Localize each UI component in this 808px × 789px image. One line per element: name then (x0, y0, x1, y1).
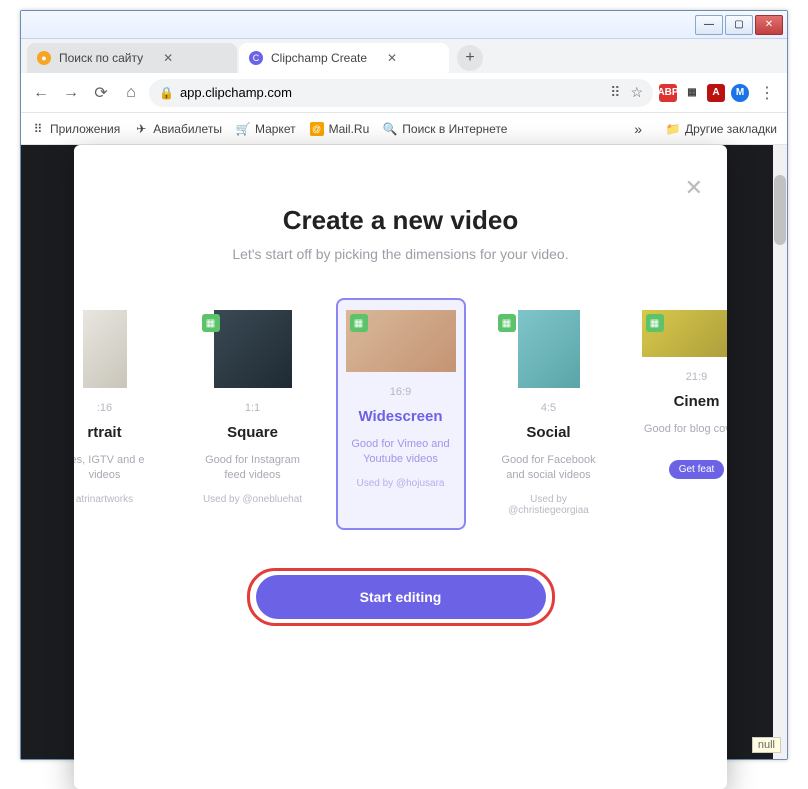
aspect-ratio: 4:5 (492, 402, 606, 414)
adblock-icon[interactable]: ABP (659, 84, 677, 102)
tab-label: Clipchamp Create (271, 51, 367, 65)
thumbnail (518, 310, 580, 388)
search-bookmark[interactable]: 🔍 Поиск в Интернете (383, 122, 507, 136)
option-description: Good for blog cover v (640, 422, 728, 452)
at-icon: @ (310, 122, 324, 136)
aspect-ratio: 1:1 (196, 402, 310, 414)
avia-bookmark[interactable]: ✈ Авиабилеты (134, 122, 222, 136)
option-square[interactable]: ▦ 1:1 Square Good for Instagram feed vid… (188, 298, 318, 530)
start-editing-wrap: Start editing (74, 568, 727, 626)
extension-icon[interactable]: ▦ (683, 84, 701, 102)
option-description: Good for Vimeo and Youtube videos (344, 437, 458, 468)
template-badge-icon: ▦ (646, 314, 664, 332)
bookmark-label: Авиабилеты (153, 122, 222, 136)
aspect-ratio: 16:9 (344, 386, 458, 398)
bookmark-label: Mail.Ru (329, 122, 370, 136)
nav-toolbar: ← → ⟳ ⌂ 🔒 app.clipchamp.com ⠿ ☆ ABP ▦ A … (21, 73, 787, 113)
menu-button[interactable]: ⋮ (755, 81, 779, 105)
lock-icon: 🔒 (159, 86, 174, 100)
folder-icon: 📁 (666, 122, 680, 136)
bookmark-label: Другие закладки (685, 122, 777, 136)
other-bookmarks[interactable]: 📁 Другие закладки (666, 122, 777, 136)
back-button[interactable]: ← (29, 81, 53, 105)
search-icon: 🔍 (383, 122, 397, 136)
null-tooltip: null (752, 737, 781, 753)
market-bookmark[interactable]: 🛒 Маркет (236, 122, 296, 136)
close-modal-icon[interactable]: ✕ (685, 175, 703, 201)
tab-label: Поиск по сайту (59, 51, 143, 65)
maximize-button[interactable]: ▢ (725, 15, 753, 35)
profile-avatar[interactable]: M (731, 84, 749, 102)
option-name: Social (492, 424, 606, 441)
bookmark-label: Приложения (50, 122, 120, 136)
template-badge-icon: ▦ (202, 314, 220, 332)
apps-bookmark[interactable]: ⠿ Приложения (31, 122, 120, 136)
tab-strip: ● Поиск по сайту ✕ C Clipchamp Create ✕ … (21, 39, 787, 73)
aspect-ratio: 21:9 (640, 371, 728, 383)
bookmarks-bar: ⠿ Приложения ✈ Авиабилеты 🛒 Маркет @ Mail.Ru… (21, 113, 787, 145)
close-tab-icon[interactable]: ✕ (387, 51, 397, 65)
browser-window: — ▢ ✕ ● Поиск по сайту ✕ C Clipchamp Cre… (20, 10, 788, 760)
reload-button[interactable]: ⟳ (89, 81, 113, 105)
option-name: Square (196, 424, 310, 441)
create-video-modal: ✕ Create a new video Let's start off by … (74, 145, 727, 789)
dimension-options: ▦ :16 rtrait ries, IGTV and e videos atr… (80, 298, 721, 530)
new-tab-button[interactable]: + (457, 45, 483, 71)
cart-icon: 🛒 (236, 122, 250, 136)
option-credit: Used by @christiegeorgiaa (492, 494, 606, 516)
home-button[interactable]: ⌂ (119, 81, 143, 105)
template-badge-icon: ▦ (498, 314, 516, 332)
option-credit: Used by @hojusara (344, 478, 458, 489)
favicon-icon: C (249, 51, 263, 65)
modal-subtitle: Let's start off by picking the dimension… (74, 246, 727, 262)
scrollbar-track[interactable] (773, 145, 787, 759)
option-credit: Used by @onebluehat (196, 494, 310, 505)
option-social[interactable]: ▦ 4:5 Social Good for Facebook and socia… (484, 298, 614, 530)
favicon-icon: ● (37, 51, 51, 65)
option-description: ries, IGTV and e videos (74, 453, 162, 484)
bookmark-label: Маркет (255, 122, 296, 136)
option-name: rtrait (74, 424, 162, 441)
start-editing-button[interactable]: Start editing (256, 575, 546, 619)
plane-icon: ✈ (134, 122, 148, 136)
thumbnail (214, 310, 292, 388)
option-name: Widescreen (344, 408, 458, 425)
template-badge-icon: ▦ (350, 314, 368, 332)
mail-bookmark[interactable]: @ Mail.Ru (310, 122, 370, 136)
option-portrait[interactable]: ▦ :16 rtrait ries, IGTV and e videos atr… (74, 298, 170, 530)
modal-title: Create a new video (74, 205, 727, 236)
aspect-ratio: :16 (74, 402, 162, 414)
address-host: app.clipchamp.com (180, 85, 292, 100)
option-name: Cinem (640, 393, 728, 410)
bookmark-label: Поиск в Интернете (402, 122, 507, 136)
page-content: ✕ Create a new video Let's start off by … (21, 145, 787, 759)
star-icon[interactable]: ☆ (630, 84, 643, 101)
more-bookmarks-button[interactable]: » (634, 121, 642, 137)
tab-clipchamp[interactable]: C Clipchamp Create ✕ (239, 43, 449, 73)
option-description: Good for Facebook and social videos (492, 453, 606, 484)
close-window-button[interactable]: ✕ (755, 15, 783, 35)
pdf-icon[interactable]: A (707, 84, 725, 102)
option-cinema[interactable]: ▦ 21:9 Cinem Good for blog cover v Get f… (632, 298, 728, 530)
tab-search[interactable]: ● Поиск по сайту ✕ (27, 43, 237, 73)
get-featured-button[interactable]: Get feat (669, 460, 725, 479)
option-credit: atrinartworks (74, 494, 162, 505)
option-description: Good for Instagram feed videos (196, 453, 310, 484)
scrollbar-thumb[interactable] (774, 175, 786, 245)
forward-button[interactable]: → (59, 81, 83, 105)
close-tab-icon[interactable]: ✕ (163, 51, 173, 65)
option-widescreen[interactable]: ▦ 16:9 Widescreen Good for Vimeo and You… (336, 298, 466, 530)
translate-icon[interactable]: ⠿ (610, 84, 620, 101)
window-titlebar: — ▢ ✕ (21, 11, 787, 39)
thumbnail (83, 310, 127, 388)
highlight-ring: Start editing (247, 568, 555, 626)
address-bar[interactable]: 🔒 app.clipchamp.com ⠿ ☆ (149, 79, 653, 107)
minimize-button[interactable]: — (695, 15, 723, 35)
apps-icon: ⠿ (31, 122, 45, 136)
